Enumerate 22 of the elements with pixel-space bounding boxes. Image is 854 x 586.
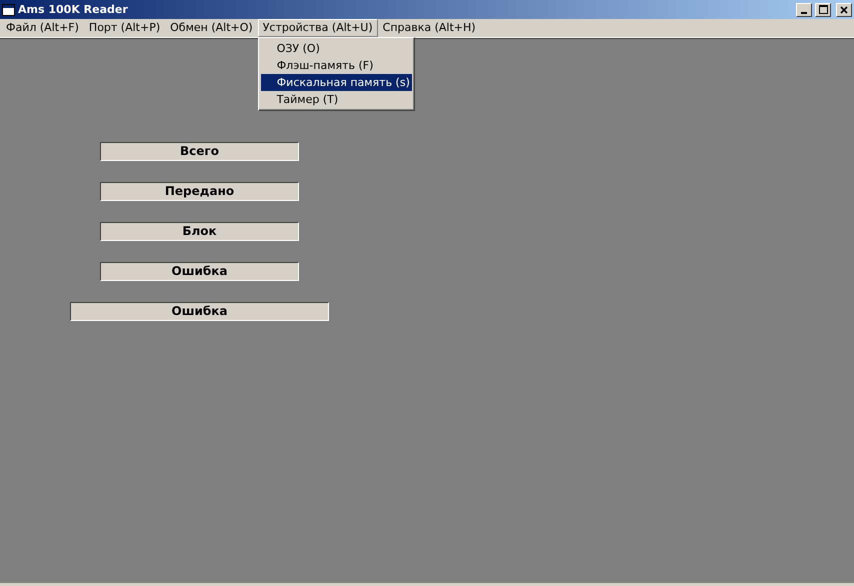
menu-item[interactable]: Файл (Alt+F) (1, 19, 84, 37)
menu-item[interactable]: Обмен (Alt+O) (165, 19, 258, 37)
menu-option[interactable]: Таймер (T) (260, 91, 412, 108)
minimize-icon (801, 12, 807, 14)
close-button[interactable] (836, 2, 852, 16)
menu-item[interactable]: Устройства (Alt+U) (258, 19, 378, 37)
maximize-button[interactable] (815, 2, 831, 16)
maximize-icon (818, 5, 828, 14)
menu-item[interactable]: Порт (Alt+P) (84, 19, 166, 37)
menu-option[interactable]: ОЗУ (O) (260, 40, 412, 57)
status-field: Блок (100, 222, 299, 241)
status-field: Всего (100, 142, 299, 161)
status-field: Ошибка (100, 262, 299, 281)
minimize-button[interactable] (796, 2, 812, 16)
menu-item[interactable]: Справка (Alt+H) (378, 19, 481, 37)
menu-option[interactable]: Флэш-память (F) (260, 57, 412, 74)
menu-option[interactable]: Фискальная память (s) (260, 74, 412, 91)
status-field: Ошибка (70, 302, 329, 321)
status-field: Передано (100, 182, 299, 201)
close-icon (840, 6, 848, 14)
window-title: Ams 100K Reader (18, 3, 129, 16)
window-icon (2, 4, 15, 16)
